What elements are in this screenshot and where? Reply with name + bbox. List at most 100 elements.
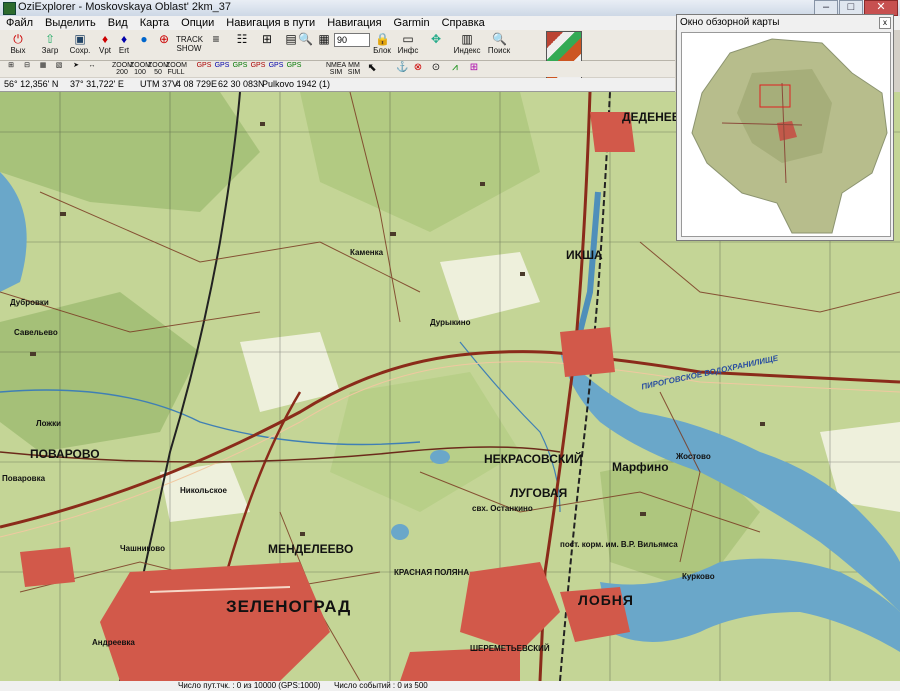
label-mendeleevo: МЕНДЕЛЕЕВО [268,542,354,556]
label-nekrasovsky: НЕКРАСОВСКИЙ [484,452,583,466]
label-lobnya: ЛОБНЯ [578,592,634,608]
load-button[interactable]: ⇧ Загр [36,31,64,59]
window-controls: ‒ □ ✕ [814,0,898,16]
target-icon[interactable]: ⊗ [412,62,424,76]
menu-moving-map[interactable]: Навигация в пути [220,17,321,29]
menu-map[interactable]: Карта [134,17,175,29]
zoom-page-button[interactable]: ▦ [316,31,332,59]
event-button[interactable]: ♦ Ert [115,31,133,59]
exit-button[interactable]: ⏻ Вых [4,31,32,59]
page-icon: ▦ [318,32,330,46]
overview-map-graphic [682,33,890,236]
load-icon: ⇧ [44,32,56,46]
route-button[interactable]: ● [135,31,153,59]
overview-map[interactable] [681,32,891,237]
search-icon: 🔍 [492,32,507,46]
overview-close-button[interactable]: x [879,17,891,29]
label-iksha: ИКША [566,248,603,262]
label-povarovo: ПОВАРОВО [30,447,100,461]
track-point-icon: ⊕ [158,32,170,46]
ruler-icon[interactable]: ⊟ [20,62,34,76]
menu-select[interactable]: Выделить [39,17,102,29]
menu-options[interactable]: Опции [175,17,220,29]
route-icon: ● [140,32,148,46]
waypoint-button[interactable]: ♦ Vpt [96,31,114,59]
zoom-200-button[interactable]: ZOOM 200 [112,62,133,76]
pan-arrows-icon: ✥ [430,32,442,46]
label-savelevo: Савельево [14,328,58,337]
save-button[interactable]: ▣ Сохр. [66,31,94,59]
label-dubrovki: Дубровки [10,298,49,307]
grid-icon[interactable]: ⊞ [4,62,18,76]
label-lozhki: Ложки [36,419,61,428]
pointer-icon[interactable]: ⬉ [364,62,380,76]
overview-title: Окно обзорной карты [680,17,780,28]
zoom-in-button[interactable]: 🔍 [296,31,314,59]
app-icon [3,2,16,15]
utm-zone: UTM 37V [140,79,179,89]
overview-window[interactable]: Окно обзорной карты x [676,14,894,241]
latitude-readout: 56° 12,356' N [4,79,59,89]
label-povarovka: Поваровка [2,474,46,483]
menu-view[interactable]: Вид [102,17,134,29]
show-waypoints-button[interactable]: ≡ [204,31,228,59]
zoom-level-select[interactable]: 90 [334,33,370,47]
anchor-icon[interactable]: ⚓ [396,62,408,76]
compass-icon[interactable]: ⊙ [430,62,442,76]
save-icon: ▣ [74,32,86,46]
label-kamenka: Каменка [350,248,384,257]
gps-button-6[interactable]: GPS [286,62,302,76]
menu-navigation[interactable]: Навигация [321,17,387,29]
utm-northing: 62 30 083N [218,79,265,89]
gps-button-3[interactable]: GPS [232,62,248,76]
secondary-toolbar: ⊞ ⊟ ▦ ▧ ➤ ↔ ZOOM 200 ZOOM 100 ZOOM 50 ZO… [0,61,675,77]
longitude-readout: 37° 31,722' E [70,79,124,89]
label-kurkino: Курково [682,572,715,581]
info-button[interactable]: ▭ Инфс [396,31,420,59]
window-title: OziExplorer - Moskovskaya Oblast' 2km_37 [18,1,232,13]
zoom-50-button[interactable]: ZOOM 50 [148,62,169,76]
label-andreevka: Андреевка [92,638,135,647]
menu-garmin[interactable]: Garmin [388,17,436,29]
label-chashnikovo: Чашниково [120,544,165,553]
waypoint-count: Число пут.тчк. : 0 из 10000 (GPS:1000) [178,681,321,690]
datum-readout: Pulkovo 1942 (1) [262,79,331,89]
track-point-button[interactable]: ⊕ [155,31,173,59]
routes-list-icon: ☷ [236,32,248,46]
label-durykino: Дурыкино [430,318,471,327]
mm-sim-button[interactable]: MM SIM [344,62,364,76]
gps-button-1[interactable]: GPS [196,62,212,76]
search-button[interactable]: 🔍 Поиск [484,31,514,59]
gps-button-5[interactable]: GPS [268,62,284,76]
show-tracks-button[interactable]: ⊞ [256,31,278,59]
zoom-full-button[interactable]: ZOOM FULL [166,62,187,76]
show-routes-button[interactable]: ☷ [230,31,254,59]
magnifier-icon: 🔍 [298,32,313,46]
map-icon[interactable]: ▦ [36,62,50,76]
waypoint-icon: ♦ [101,32,109,46]
track-button[interactable]: TRACK SHOW [176,31,203,59]
label-nikolskoe: Никольское [180,486,227,495]
label-krasnaya-polyana: КРАСНАЯ ПОЛЯНА [394,568,470,577]
info-icon: ▭ [402,32,414,46]
plot-icon[interactable]: ▧ [52,62,66,76]
fit-icon[interactable]: ↔ [86,62,98,76]
label-zelenograd: ЗЕЛЕНОГРАД [226,597,352,616]
nmea-sim-button[interactable]: NMEA SIM [326,62,346,76]
pan-button[interactable]: ✥ [422,31,450,59]
chart-icon[interactable]: ⩘ [448,62,462,76]
event-count: Число событий : 0 из 500 [334,681,428,690]
index-button[interactable]: ▥ Индекс [452,31,482,59]
menu-file[interactable]: Файл [0,17,39,29]
index-icon: ▥ [461,32,473,46]
coordinate-bar: 56° 12,356' N 37° 31,722' E UTM 37V 4 08… [0,78,675,92]
utm-easting: 4 08 729E [176,79,218,89]
menu-help[interactable]: Справка [436,17,491,29]
cursor-icon[interactable]: ➤ [70,62,82,76]
zoom-100-button[interactable]: ZOOM 100 [130,62,151,76]
gps-button-2[interactable]: GPS [214,62,230,76]
label-ostankino: свх. Останкино [472,504,533,513]
measure-icon[interactable]: ⊞ [468,62,480,76]
lock-button[interactable]: 🔒 Блок [370,31,394,59]
gps-button-4[interactable]: GPS [250,62,266,76]
